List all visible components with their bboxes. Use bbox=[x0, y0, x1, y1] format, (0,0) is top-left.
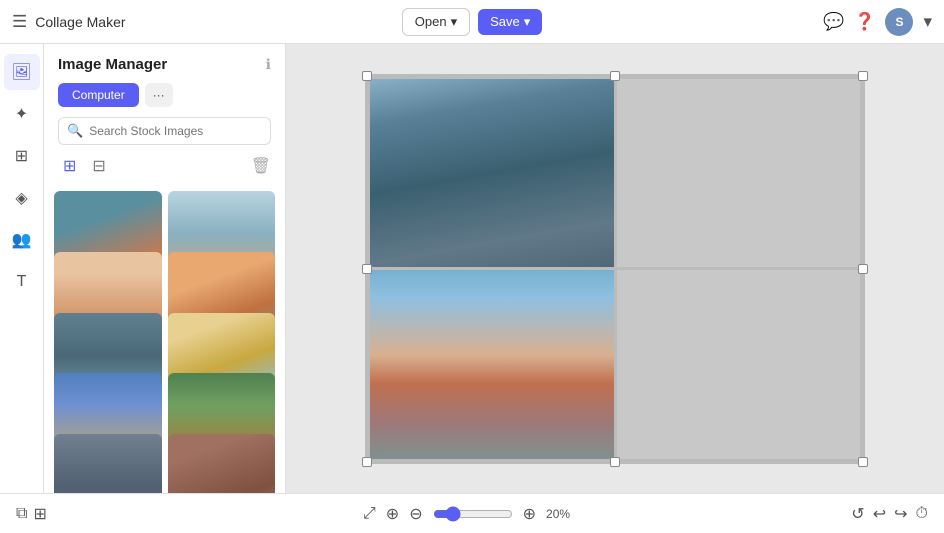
header-center: Open ▾ Save ▾ bbox=[402, 8, 543, 36]
layout-tool-icon[interactable]: ⊞ bbox=[4, 138, 40, 174]
resize-handle-tl[interactable] bbox=[362, 71, 372, 81]
resize-handle-tr[interactable] bbox=[858, 71, 868, 81]
resize-handle-bm[interactable] bbox=[610, 457, 620, 467]
bottom-left-controls: ⧉ ⊞ bbox=[16, 504, 47, 524]
search-icon: 🔍 bbox=[67, 123, 83, 139]
delete-button[interactable]: 🗑 bbox=[251, 156, 271, 176]
resize-handle-bl[interactable] bbox=[362, 457, 372, 467]
redo-icon[interactable]: ↪ bbox=[894, 504, 907, 524]
slot-image-bl bbox=[370, 270, 614, 459]
zoom-label: 20% bbox=[546, 507, 581, 521]
grid-view-button[interactable]: ⊞ bbox=[58, 153, 81, 179]
text-tool-icon[interactable]: T bbox=[4, 264, 40, 300]
slot-image-tl bbox=[370, 79, 614, 268]
computer-source-button[interactable]: Computer bbox=[58, 83, 139, 107]
layers-icon[interactable]: ⧉ bbox=[16, 504, 27, 524]
zoom-in-button[interactable]: ⊕ bbox=[523, 504, 536, 524]
collage-slot-bl[interactable] bbox=[370, 270, 614, 459]
sticker-tool-icon[interactable]: ◈ bbox=[4, 180, 40, 216]
search-box: 🔍 bbox=[58, 117, 271, 145]
save-button[interactable]: Save ▾ bbox=[478, 9, 542, 35]
chevron-down-icon: ▾ bbox=[451, 14, 458, 30]
header-right: 💬 ❓ S ▾ bbox=[550, 8, 932, 36]
grid-icon[interactable]: ⊞ bbox=[33, 504, 46, 524]
more-sources-button[interactable]: ··· bbox=[145, 83, 173, 107]
main-content: 🖼 ✦ ⊞ ◈ 👥 T Image Manager ℹ Computer ···… bbox=[0, 44, 944, 493]
list-view-button[interactable]: ⊟ bbox=[87, 153, 110, 179]
info-icon[interactable]: ℹ bbox=[266, 56, 271, 73]
filter-tool-icon[interactable]: ✦ bbox=[4, 96, 40, 132]
panel-title: Image Manager bbox=[58, 56, 167, 73]
resize-handle-lm[interactable] bbox=[362, 264, 372, 274]
list-item[interactable] bbox=[168, 434, 276, 493]
bottom-right-controls: ↺ ↩ ↪ ⏱ bbox=[851, 504, 928, 524]
header: ☰ Collage Maker Open ▾ Save ▾ 💬 ❓ S ▾ bbox=[0, 0, 944, 44]
collage-slot-br[interactable] bbox=[617, 270, 861, 459]
resize-handle-br[interactable] bbox=[858, 457, 868, 467]
chat-icon[interactable]: 💬 bbox=[823, 12, 844, 32]
view-controls: ⊞ ⊟ 🗑 bbox=[44, 153, 285, 187]
image-grid bbox=[44, 187, 285, 493]
people-tool-icon[interactable]: 👥 bbox=[4, 222, 40, 258]
chevron-down-icon[interactable]: ▾ bbox=[923, 12, 932, 32]
zoom-out-button[interactable]: ⊖ bbox=[409, 504, 422, 524]
image-tool-icon[interactable]: 🖼 bbox=[4, 54, 40, 90]
side-panel: Image Manager ℹ Computer ··· 🔍 ⊞ ⊟ 🗑 bbox=[44, 44, 286, 493]
app-title: Collage Maker bbox=[35, 14, 125, 30]
search-row: 🔍 bbox=[44, 115, 285, 153]
canvas-area bbox=[286, 44, 944, 493]
refresh-icon[interactable]: ↺ bbox=[851, 504, 864, 524]
avatar[interactable]: S bbox=[885, 8, 913, 36]
collage-slot-tr[interactable] bbox=[617, 79, 861, 268]
bottom-center-controls: ⤢ ⊕ ⊖ ⊕ 20% bbox=[363, 504, 581, 524]
collage-grid bbox=[367, 76, 863, 462]
history-icon[interactable]: ⏱ bbox=[916, 504, 928, 524]
collage-slot-tl[interactable] bbox=[370, 79, 614, 268]
search-input[interactable] bbox=[89, 124, 262, 138]
crop-icon[interactable]: ⊕ bbox=[386, 504, 399, 524]
help-icon[interactable]: ❓ bbox=[854, 12, 875, 32]
resize-handle-tm[interactable] bbox=[610, 71, 620, 81]
left-toolbar: 🖼 ✦ ⊞ ◈ 👥 T bbox=[0, 44, 44, 493]
undo-icon[interactable]: ↩ bbox=[873, 504, 886, 524]
fullscreen-icon[interactable]: ⤢ bbox=[363, 505, 376, 523]
header-left: ☰ Collage Maker bbox=[12, 12, 394, 32]
chevron-down-icon: ▾ bbox=[524, 14, 531, 30]
panel-header: Image Manager ℹ bbox=[44, 44, 285, 79]
zoom-slider[interactable] bbox=[433, 506, 513, 522]
menu-icon[interactable]: ☰ bbox=[12, 12, 27, 32]
collage-canvas[interactable] bbox=[365, 74, 865, 464]
list-item[interactable] bbox=[54, 434, 162, 493]
bottom-toolbar: ⧉ ⊞ ⤢ ⊕ ⊖ ⊕ 20% ↺ ↩ ↪ ⏱ bbox=[0, 493, 944, 533]
panel-source-row: Computer ··· bbox=[44, 79, 285, 115]
open-button[interactable]: Open ▾ bbox=[402, 8, 470, 36]
resize-handle-rm[interactable] bbox=[858, 264, 868, 274]
